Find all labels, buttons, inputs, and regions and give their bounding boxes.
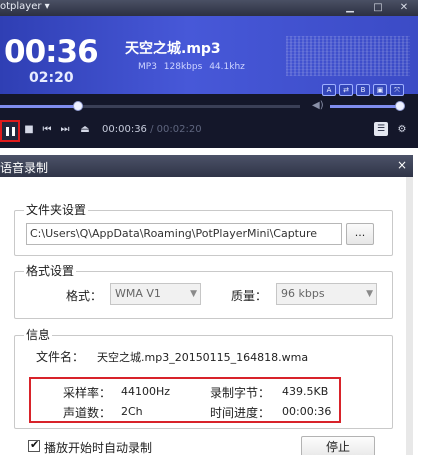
mode-button-a[interactable]: A xyxy=(322,84,336,96)
folder-settings-label: 文件夹设置 xyxy=(24,201,89,218)
app-name[interactable]: otplayer ▾ xyxy=(0,1,50,12)
spectrum-visualizer xyxy=(286,36,410,76)
info-label: 信息 xyxy=(24,326,53,343)
readout-total: 00:02:20 xyxy=(156,124,202,135)
volume-handle[interactable] xyxy=(395,101,406,111)
dialog-edge xyxy=(406,177,413,455)
time-readout: 00:00:36 / 00:02:20 xyxy=(102,124,202,135)
sample-rate-value: 44100Hz xyxy=(121,385,171,398)
sample-rate-label: 采样率： xyxy=(63,386,112,400)
readout-current: 00:00:36 xyxy=(102,124,147,135)
quality-select[interactable]: 96 kbps ▼ xyxy=(276,283,377,305)
track-bitrate: 128kbps xyxy=(163,62,203,72)
autorec-checkbox[interactable]: ✔ xyxy=(28,438,40,452)
channels-value: 2Ch xyxy=(121,405,143,418)
previous-icon[interactable]: ⏮ xyxy=(40,123,54,137)
filename-value: 天空之城.mp3_20150115_164818.wma xyxy=(97,351,309,364)
time-progress-value: 00:00:36 xyxy=(282,405,332,418)
speaker-icon[interactable]: ◀) xyxy=(312,100,326,112)
mode-button-b[interactable]: B xyxy=(356,84,370,96)
app-name-text: otplayer xyxy=(0,1,42,12)
time-progress-label: 时间进度： xyxy=(210,406,271,420)
close-icon[interactable]: ✕ xyxy=(398,2,410,14)
track-info: MP3 128kbps 44.1khz xyxy=(138,62,249,72)
format-select[interactable]: WMA V1 ▼ xyxy=(110,283,201,305)
total-time: 02:20 xyxy=(29,70,74,86)
recorded-bytes-value: 439.5KB xyxy=(282,385,329,398)
autorec-label[interactable]: 播放开始时自动录制 xyxy=(44,439,152,455)
maximize-icon[interactable]: □ xyxy=(372,2,384,14)
pause-icon-bar xyxy=(12,127,15,136)
dialog-titlebar[interactable]: 语音录制 × xyxy=(0,155,413,177)
quality-value: 96 kbps xyxy=(281,287,325,300)
chevron-down-icon: ▼ xyxy=(190,289,197,299)
minimize-icon[interactable]: ▁ xyxy=(344,2,356,14)
format-label: 格式： xyxy=(66,289,103,303)
track-codec: MP3 xyxy=(138,62,157,72)
mode-button-screen[interactable]: ▣ xyxy=(373,84,387,96)
readout-separator: / xyxy=(146,124,157,135)
volume-slider[interactable] xyxy=(330,105,404,108)
playlist-icon[interactable]: ☰ xyxy=(374,122,388,136)
seek-fill xyxy=(0,105,78,108)
seek-handle[interactable] xyxy=(73,101,83,111)
app-menu-chevron-icon[interactable]: ▾ xyxy=(45,1,50,12)
format-settings-label: 格式设置 xyxy=(24,262,77,279)
window-edge xyxy=(418,0,423,455)
track-samplerate: 44.1khz xyxy=(209,62,245,72)
filename-label: 文件名： xyxy=(36,350,85,364)
browse-button[interactable]: ... xyxy=(346,223,374,245)
eject-icon[interactable]: ⏏ xyxy=(78,123,92,137)
chevron-down-icon: ▼ xyxy=(366,289,373,299)
stop-recording-button[interactable]: 停止 xyxy=(301,436,375,455)
pause-button[interactable] xyxy=(0,120,20,142)
checkmark-icon: ✔ xyxy=(30,438,40,451)
transport-controls: ■ ⏮ ⏭ ⏏ 00:00:36 / 00:02:20 ☰ ⚙ xyxy=(0,118,418,144)
dialog-title: 语音录制 xyxy=(0,161,49,175)
player-window: otplayer ▾ ▁ □ ✕ 00:36 02:20 天空之城.mp3 MP… xyxy=(0,0,418,148)
next-icon[interactable]: ⏭ xyxy=(58,123,72,137)
player-titlebar[interactable]: otplayer ▾ ▁ □ ✕ xyxy=(0,0,418,16)
mode-button-repeat[interactable]: ⇄ xyxy=(339,84,353,96)
folder-path-field[interactable]: C:\Users\Q\AppData\Roaming\PotPlayerMini… xyxy=(26,223,342,245)
elapsed-time: 00:36 xyxy=(4,34,99,70)
voice-recording-dialog: 语音录制 × 文件夹设置 C:\Users\Q\AppData\Roaming\… xyxy=(0,155,413,455)
gear-icon[interactable]: ⚙ xyxy=(395,123,409,137)
seek-bar[interactable] xyxy=(0,100,300,112)
recorded-bytes-label: 录制字节： xyxy=(210,386,271,400)
format-value: WMA V1 xyxy=(115,287,161,300)
mode-button-shuffle[interactable]: ⤧ xyxy=(390,84,404,96)
close-icon[interactable]: × xyxy=(395,158,409,172)
pause-icon xyxy=(6,127,9,136)
lcd-display: 00:36 02:20 天空之城.mp3 MP3 128kbps 44.1khz… xyxy=(0,16,418,96)
channels-label: 声道数： xyxy=(63,406,112,420)
stop-icon[interactable]: ■ xyxy=(22,123,36,137)
track-title: 天空之城.mp3 xyxy=(125,41,221,57)
quality-label: 质量： xyxy=(231,289,268,303)
